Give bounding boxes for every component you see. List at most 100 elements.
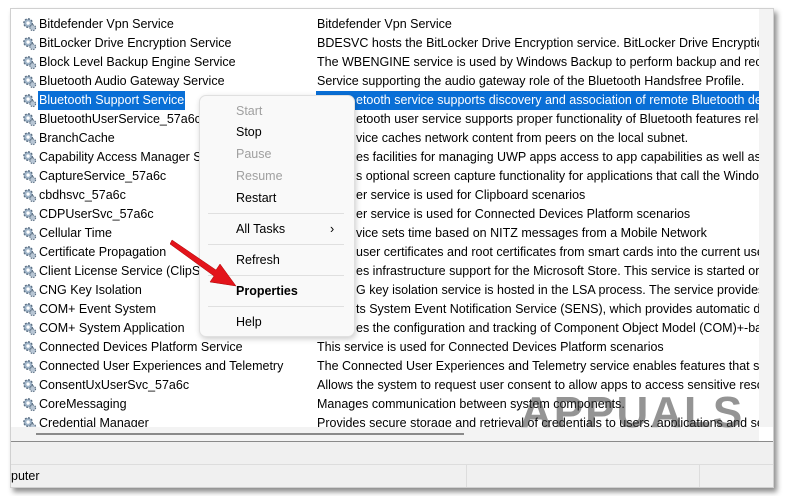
gear-icon	[22, 302, 37, 317]
gear-icon	[22, 112, 37, 127]
horizontal-scroll-thumb[interactable]	[36, 433, 464, 435]
service-name: COM+ Event System	[39, 302, 157, 316]
service-name: CDPUserSvc_57a6c	[39, 207, 154, 221]
menu-separator	[208, 213, 344, 214]
service-description: es facilities for managing UWP apps acce…	[356, 150, 759, 164]
service-row[interactable]: CaptureService_57a6c s optional screen ca…	[11, 167, 759, 186]
service-description: vice caches network content from peers o…	[356, 131, 689, 145]
menu-item-restart[interactable]: Restart	[236, 188, 276, 208]
service-name: BluetoothUserService_57a6c	[39, 112, 201, 126]
service-description: er service is used for Clipboard scenari…	[356, 188, 586, 202]
gear-icon	[22, 17, 37, 32]
service-row[interactable]: Connected User Experiences and Telemetry…	[11, 357, 759, 376]
gear-icon	[22, 131, 37, 146]
service-row[interactable]: BitLocker Drive Encryption Service BDESVC…	[11, 34, 759, 53]
service-name: Connected Devices Platform Service	[39, 340, 243, 354]
service-description: G key isolation service is hosted in the…	[356, 283, 759, 297]
service-description: es infrastructure support for the Micros…	[356, 264, 759, 278]
status-bar: puter	[11, 464, 773, 487]
gear-icon	[22, 207, 37, 222]
service-description: ts System Event Notification Service (SE…	[356, 302, 759, 316]
context-menu: Start Stop Pause Resume Restart All Task…	[199, 95, 355, 337]
service-row[interactable]: Bitdefender Vpn Service Bitdefender Vpn S…	[11, 15, 759, 34]
gear-icon	[22, 55, 37, 70]
menu-item-stop[interactable]: Stop	[236, 122, 262, 142]
service-description: The WBENGINE service is used by Windows …	[317, 55, 759, 69]
service-name: CaptureService_57a6c	[39, 169, 167, 183]
menu-item-refresh[interactable]: Refresh	[236, 250, 280, 270]
gear-icon	[22, 150, 37, 165]
service-row[interactable]: Connected Devices Platform Service This s…	[11, 338, 759, 357]
gear-icon	[22, 245, 37, 260]
service-description: etooth user service supports proper func…	[356, 112, 759, 126]
service-name: CNG Key Isolation	[39, 283, 142, 297]
gear-icon	[22, 188, 37, 203]
service-description: vice sets time based on NITZ messages fr…	[356, 226, 707, 240]
gear-icon	[22, 359, 37, 374]
service-name: Capability Access Manager Ser	[39, 150, 213, 164]
service-name: BranchCache	[39, 131, 115, 145]
service-description: es the configuration and tracking of Com…	[356, 321, 759, 335]
service-description: Service supporting the audio gateway rol…	[317, 74, 745, 88]
gear-icon	[22, 264, 37, 279]
gear-icon	[22, 397, 37, 412]
gear-icon	[22, 226, 37, 241]
gear-icon	[22, 283, 37, 298]
service-row[interactable]: COM+ System Application es the configurat…	[11, 319, 759, 338]
service-row[interactable]: Bluetooth Support Service etooth service …	[11, 90, 759, 111]
gear-icon	[22, 169, 37, 184]
service-description: er service is used for Connected Devices…	[356, 207, 691, 221]
service-row[interactable]: Cellular Time vice sets time based on NIT…	[11, 224, 759, 243]
status-text: puter	[11, 469, 40, 483]
red-arrow-annotation	[170, 239, 237, 287]
service-name: cbdhsvc_57a6c	[39, 188, 126, 202]
menu-item-resume[interactable]: Resume	[236, 166, 283, 186]
service-row[interactable]: Client License Service (ClipSVC es infras…	[11, 262, 759, 281]
service-row[interactable]: Capability Access Manager Ser es faciliti…	[11, 148, 759, 167]
menu-item-help[interactable]: Help	[236, 312, 262, 332]
appuals-watermark: APPUALS	[520, 388, 745, 437]
service-row[interactable]: BranchCache vice caches network content f…	[11, 129, 759, 148]
menu-item-start[interactable]: Start	[236, 101, 262, 121]
service-description: Bitdefender Vpn Service	[317, 17, 452, 31]
service-description: BDESVC hosts the BitLocker Drive Encrypt…	[317, 36, 759, 50]
gear-icon	[22, 36, 37, 51]
vertical-scrollbar[interactable]	[759, 9, 773, 427]
service-row[interactable]: Bluetooth Audio Gateway Service Service s…	[11, 72, 759, 91]
service-name: Connected User Experiences and Telemetry	[39, 359, 284, 373]
service-row[interactable]: COM+ Event System ts System Event Notific…	[11, 300, 759, 319]
service-name: Credential Manager	[39, 416, 149, 427]
service-row[interactable]: Block Level Backup Engine Service The WBE…	[11, 53, 759, 72]
service-description: etooth service supports discovery and as…	[356, 93, 759, 107]
service-row[interactable]: Certificate Propagation user certificates…	[11, 243, 759, 262]
menu-item-properties[interactable]: Properties	[236, 281, 298, 301]
service-name: Cellular Time	[39, 226, 112, 240]
gear-icon	[22, 340, 37, 355]
all-tasks-label: All Tasks	[236, 222, 286, 236]
service-name: COM+ System Application	[39, 321, 185, 335]
service-name: CoreMessaging	[39, 397, 127, 411]
service-row[interactable]: cbdhsvc_57a6c er service is used for Clip…	[11, 186, 759, 205]
service-name: Certificate Propagation	[39, 245, 167, 259]
service-name: Bluetooth Audio Gateway Service	[39, 74, 225, 88]
services-list[interactable]: Bitdefender Vpn Service Bitdefender Vpn S…	[11, 9, 759, 427]
menu-item-pause[interactable]: Pause	[236, 144, 271, 164]
status-divider	[699, 465, 700, 487]
service-description: s optional screen capture functionality …	[356, 169, 759, 183]
service-name: BitLocker Drive Encryption Service	[39, 36, 232, 50]
service-row[interactable]: CNG Key Isolation G key isolation service…	[11, 281, 759, 300]
chevron-right-icon: ›	[330, 222, 335, 236]
gear-icon	[22, 321, 37, 336]
status-bar-tabs	[11, 441, 773, 464]
service-description: This service is used for Connected Devic…	[317, 340, 664, 354]
gear-icon	[22, 416, 37, 427]
service-name: ConsentUxUserSvc_57a6c	[39, 378, 190, 392]
service-name: Bitdefender Vpn Service	[39, 17, 174, 31]
service-description: The Connected User Experiences and Telem…	[317, 359, 759, 373]
service-row[interactable]: BluetoothUserService_57a6c etooth user se…	[11, 110, 759, 129]
service-row[interactable]: CDPUserSvc_57a6c er service is used for C…	[11, 205, 759, 224]
service-description: user certificates and root certificates …	[356, 245, 759, 259]
gear-icon	[22, 74, 37, 89]
gear-icon	[22, 378, 37, 393]
gear-icon	[22, 93, 37, 108]
